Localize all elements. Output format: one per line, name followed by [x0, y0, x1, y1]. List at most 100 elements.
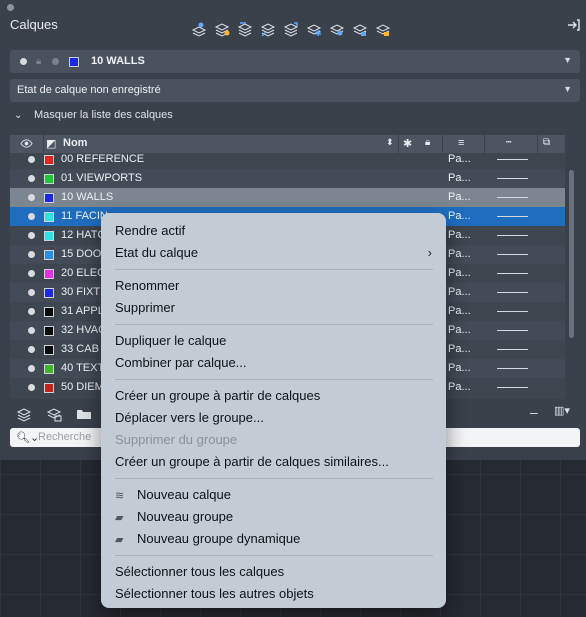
visibility-eye-icon[interactable]: [20, 137, 33, 153]
layer-move-icon[interactable]: [282, 20, 299, 37]
table-row[interactable]: 10 WALLS Pa...: [10, 188, 565, 207]
layer-plot-style[interactable]: Pa...: [448, 267, 471, 279]
layer-visibility-toggle[interactable]: [28, 232, 35, 239]
layer-name[interactable]: 32 HVAC: [61, 324, 106, 336]
layer-lineweight[interactable]: [497, 330, 528, 331]
layer-plot-style[interactable]: Pa...: [448, 286, 471, 298]
menu-item-new-dynamic-group[interactable]: ▰ Nouveau groupe dynamique: [115, 531, 300, 546]
layer-visibility-toggle[interactable]: [28, 194, 35, 201]
layer-color-swatch[interactable]: [44, 269, 54, 279]
layer-color-swatch[interactable]: [44, 174, 54, 184]
layer-lineweight[interactable]: [497, 216, 528, 217]
menu-item-create-group-similar[interactable]: Créer un groupe à partir de calques simi…: [115, 454, 389, 469]
layer-name[interactable]: 40 TEXT: [61, 362, 104, 374]
layer-unlock-icon[interactable]: [374, 20, 391, 37]
menu-item-move-to-group[interactable]: Déplacer vers le groupe...: [115, 410, 264, 425]
menu-item-new-layer[interactable]: ≋ Nouveau calque: [115, 487, 231, 502]
layer-lineweight[interactable]: [497, 178, 528, 179]
layer-merge-icon[interactable]: [259, 20, 276, 37]
layer-lineweight[interactable]: [497, 273, 528, 274]
layer-lineweight[interactable]: [497, 292, 528, 293]
plot-style-column-icon[interactable]: ≡: [458, 137, 464, 149]
layer-visibility-toggle[interactable]: [28, 156, 35, 163]
layer-lineweight[interactable]: [497, 254, 528, 255]
palette-titlebar[interactable]: [0, 0, 586, 14]
layer-lineweight[interactable]: [497, 349, 528, 350]
menu-item-new-group[interactable]: ▰ Nouveau groupe: [115, 509, 233, 524]
new-layer-icon[interactable]: [213, 20, 230, 37]
menu-item-layer-state[interactable]: Etat du calque: [115, 245, 198, 260]
layer-plot-style[interactable]: Pa...: [448, 172, 471, 184]
layer-visibility-toggle[interactable]: [28, 308, 35, 315]
layer-isolate-icon[interactable]: [236, 20, 253, 37]
layer-color-swatch[interactable]: [44, 193, 54, 203]
menu-item-delete[interactable]: Supprimer: [115, 300, 175, 315]
freeze-column-icon[interactable]: ✱: [403, 137, 412, 150]
palette-close-dot[interactable]: [7, 4, 14, 11]
layer-name[interactable]: 12 HATC: [61, 229, 105, 241]
layer-plot-style[interactable]: Pa...: [448, 324, 471, 336]
layer-color-swatch[interactable]: [44, 364, 54, 374]
new-group-folder-icon[interactable]: [76, 406, 92, 422]
layer-name[interactable]: 50 DIEM: [61, 381, 104, 393]
layer-visibility-toggle[interactable]: [28, 346, 35, 353]
lineweight-column-icon[interactable]: ┅: [506, 137, 511, 148]
view-options-icon[interactable]: ▥▾: [554, 404, 580, 420]
layer-plot-style[interactable]: Pa...: [448, 305, 471, 317]
layer-color-swatch[interactable]: [44, 383, 54, 393]
layer-color-swatch[interactable]: [44, 250, 54, 260]
layer-visibility-toggle[interactable]: [28, 270, 35, 277]
layer-properties-icon[interactable]: [190, 20, 207, 37]
layer-lock-icon[interactable]: [351, 20, 368, 37]
layer-state-dropdown[interactable]: Etat de calque non enregistré ▼: [10, 79, 580, 102]
sort-icon[interactable]: ⬍: [386, 137, 394, 148]
layer-name[interactable]: 33 CAB: [61, 343, 99, 355]
columns-config-icon[interactable]: ⧉: [543, 137, 550, 148]
layer-visibility-toggle[interactable]: [28, 289, 35, 296]
layer-visibility-toggle[interactable]: [28, 175, 35, 182]
layer-visibility-toggle[interactable]: [28, 327, 35, 334]
menu-item-make-current[interactable]: Rendre actif: [115, 223, 185, 238]
new-layer-vp-icon[interactable]: [46, 406, 62, 422]
layer-plot-style[interactable]: Pa...: [448, 248, 471, 260]
layer-visibility-toggle[interactable]: [28, 213, 35, 220]
layer-lineweight[interactable]: [497, 235, 528, 236]
layer-lineweight[interactable]: [497, 159, 528, 160]
layer-lineweight[interactable]: [497, 311, 528, 312]
layer-plot-style[interactable]: Pa...: [448, 229, 471, 241]
layer-name[interactable]: 30 FIXT: [61, 286, 100, 298]
table-row[interactable]: 00 REFERENCE Pa...: [10, 153, 565, 169]
layer-plot-style[interactable]: Pa...: [448, 210, 471, 222]
layer-name[interactable]: 00 REFERENCE: [61, 153, 144, 165]
export-icon[interactable]: [566, 18, 580, 32]
layer-visibility-toggle[interactable]: [28, 251, 35, 258]
menu-item-rename[interactable]: Renommer: [115, 278, 179, 293]
layer-plot-style[interactable]: Pa...: [448, 381, 471, 393]
lock-column-icon[interactable]: 🔒︎: [425, 137, 430, 148]
layer-visibility-toggle[interactable]: [28, 384, 35, 391]
layer-color-swatch[interactable]: [44, 288, 54, 298]
layer-freeze-icon[interactable]: ✱: [305, 20, 322, 37]
layer-color-swatch[interactable]: [44, 155, 54, 165]
layer-lineweight[interactable]: [497, 197, 528, 198]
layer-plot-style[interactable]: Pa...: [448, 153, 471, 165]
collapse-minus-icon[interactable]: –: [530, 404, 546, 420]
layer-name[interactable]: 10 WALLS: [61, 191, 113, 203]
table-scrollbar[interactable]: [569, 170, 574, 338]
table-row[interactable]: 01 VIEWPORTS Pa...: [10, 169, 565, 188]
layer-name[interactable]: 20 ELEC: [61, 267, 105, 279]
current-layer-dropdown[interactable]: 🔒︎ 10 WALLS ▼: [10, 50, 580, 73]
menu-item-merge-by-layer[interactable]: Combiner par calque...: [115, 355, 247, 370]
hide-layer-list-toggle[interactable]: ⌄ Masquer la liste des calques: [14, 109, 173, 121]
layer-name[interactable]: 15 DOO: [61, 248, 101, 260]
layer-plot-style[interactable]: Pa...: [448, 343, 471, 355]
layer-color-swatch[interactable]: [44, 307, 54, 317]
menu-item-create-group-from-layers[interactable]: Créer un groupe à partir de calques: [115, 388, 320, 403]
menu-item-select-other-objects[interactable]: Sélectionner tous les autres objets: [115, 586, 314, 601]
layer-on-icon[interactable]: [328, 20, 345, 37]
layer-name[interactable]: 31 APPL: [61, 305, 104, 317]
layer-plot-style[interactable]: Pa...: [448, 362, 471, 374]
new-layer-icon[interactable]: [16, 406, 32, 422]
layer-color-swatch[interactable]: [44, 326, 54, 336]
layer-visibility-toggle[interactable]: [28, 365, 35, 372]
